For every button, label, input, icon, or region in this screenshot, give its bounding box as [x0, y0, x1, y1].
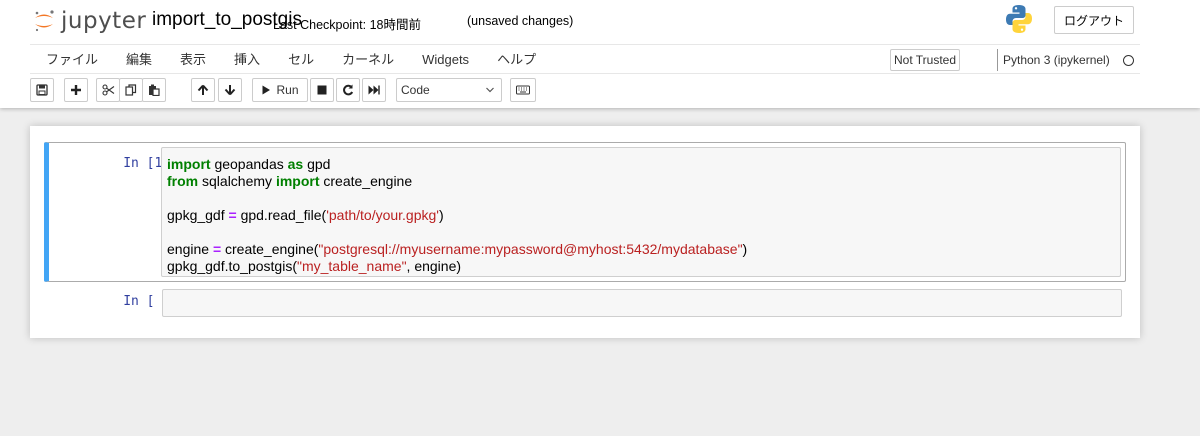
- code-token: engine: [167, 241, 213, 257]
- cell-type-select[interactable]: Code: [396, 78, 502, 102]
- arrow-up-icon: [197, 84, 209, 95]
- kernel-name[interactable]: Python 3 (ipykernel): [1003, 53, 1110, 67]
- code-token: create_engine: [319, 173, 413, 189]
- code-token: =: [228, 207, 237, 223]
- code-text: import geopandas as gpd from sqlalchemy i…: [167, 156, 747, 275]
- menu-item-1[interactable]: 編集: [112, 45, 166, 75]
- interrupt-kernel-button[interactable]: [310, 78, 334, 102]
- menu-item-5[interactable]: カーネル: [328, 45, 408, 75]
- paste-icon: [149, 84, 160, 96]
- code-token: =: [212, 241, 222, 257]
- code-token: create_engine(: [221, 241, 319, 257]
- header: jupyter import_to_postgis Last Checkpoin…: [0, 0, 1200, 108]
- logout-button[interactable]: ログアウト: [1054, 6, 1134, 34]
- code-token: from: [167, 173, 199, 189]
- plus-icon: [71, 85, 81, 95]
- jupyter-logo-icon: [35, 10, 54, 32]
- restart-kernel-button[interactable]: [336, 78, 360, 102]
- notebook-container: In [1]: import geopandas as gpd from sqla…: [30, 126, 1140, 338]
- code-editor[interactable]: [162, 289, 1122, 317]
- code-token: "my_table_name": [296, 258, 407, 274]
- copy-button[interactable]: [119, 78, 143, 102]
- code-token: import: [275, 173, 320, 189]
- code-token: gpkg_gdf.to_postgis(: [167, 258, 297, 274]
- copy-icon: [125, 84, 137, 96]
- fast-forward-icon: [368, 85, 380, 95]
- command-palette-button[interactable]: [510, 78, 536, 102]
- logo-text: jupyter: [61, 8, 147, 34]
- run-button[interactable]: Run: [252, 78, 308, 102]
- jupyter-logo[interactable]: jupyter: [33, 6, 146, 36]
- code-cell-selected[interactable]: In [1]: import geopandas as gpd from sqla…: [44, 142, 1126, 282]
- code-token: , engine): [406, 258, 462, 274]
- stop-icon: [317, 85, 327, 95]
- insert-cell-button[interactable]: [64, 78, 88, 102]
- menu-items: ファイル 編集 表示 挿入 セル カーネル Widgets ヘルプ: [30, 45, 550, 75]
- move-down-button[interactable]: [218, 78, 242, 102]
- kernel-idle-indicator-icon: [1123, 55, 1134, 66]
- checkpoint-status: Last Checkpoint: 18時間前: [273, 18, 421, 32]
- arrow-down-icon: [224, 85, 236, 96]
- run-icon: [262, 85, 271, 95]
- cut-icon: [101, 84, 114, 96]
- code-token: as: [287, 156, 304, 172]
- menu-item-7[interactable]: ヘルプ: [483, 45, 550, 75]
- menu-item-2[interactable]: 表示: [166, 45, 220, 75]
- menu-item-4[interactable]: セル: [274, 45, 328, 75]
- code-token: sqlalchemy: [198, 173, 276, 189]
- title-bar: jupyter import_to_postgis Last Checkpoin…: [0, 0, 1200, 42]
- code-token: geopandas: [210, 156, 288, 172]
- save-button[interactable]: [30, 78, 54, 102]
- code-line: from sqlalchemy import create_engine: [167, 173, 747, 190]
- menu-item-6[interactable]: Widgets: [408, 45, 483, 75]
- save-icon: [36, 84, 48, 96]
- keyboard-icon: [516, 85, 530, 95]
- code-token: gpd: [303, 156, 331, 172]
- move-up-button[interactable]: [191, 78, 215, 102]
- code-line: gpkg_gdf = gpd.read_file('path/to/your.g…: [167, 207, 747, 224]
- code-cell-empty[interactable]: In [ ]:: [44, 286, 1126, 320]
- code-token: import: [167, 156, 211, 172]
- restart-icon: [343, 84, 354, 96]
- paste-button[interactable]: [142, 78, 166, 102]
- cut-button[interactable]: [96, 78, 120, 102]
- menubar: ファイル 編集 表示 挿入 セル カーネル Widgets ヘルプ Not Trusted P…: [30, 44, 1140, 74]
- code-token: gpd.read_file(: [236, 207, 327, 223]
- code-token: gpkg_gdf: [167, 207, 229, 223]
- code-editor[interactable]: import geopandas as gpd from sqlalchemy i…: [161, 147, 1121, 277]
- menu-item-0[interactable]: ファイル: [30, 45, 112, 75]
- code-line: engine = create_engine("postgresql://myu…: [167, 241, 747, 258]
- autosave-status: (unsaved changes): [467, 14, 574, 28]
- python-logo-icon: [1006, 5, 1032, 33]
- cell-type-value: Code: [401, 83, 430, 97]
- not-trusted-button[interactable]: Not Trusted: [890, 49, 960, 71]
- code-token: ): [438, 207, 444, 223]
- chevron-down-icon: [486, 87, 494, 93]
- run-button-label: Run: [276, 83, 299, 97]
- code-token: 'path/to/your.gpkg': [326, 207, 439, 223]
- code-token: "postgresql://myusername:mypassword@myho…: [318, 241, 743, 257]
- code-line: gpkg_gdf.to_postgis("my_table_name", eng…: [167, 258, 747, 275]
- restart-run-all-button[interactable]: [362, 78, 386, 102]
- kernel-separator: [997, 49, 998, 71]
- code-line: import geopandas as gpd: [167, 156, 747, 173]
- code-token: ): [742, 241, 748, 257]
- menu-item-3[interactable]: 挿入: [220, 45, 274, 75]
